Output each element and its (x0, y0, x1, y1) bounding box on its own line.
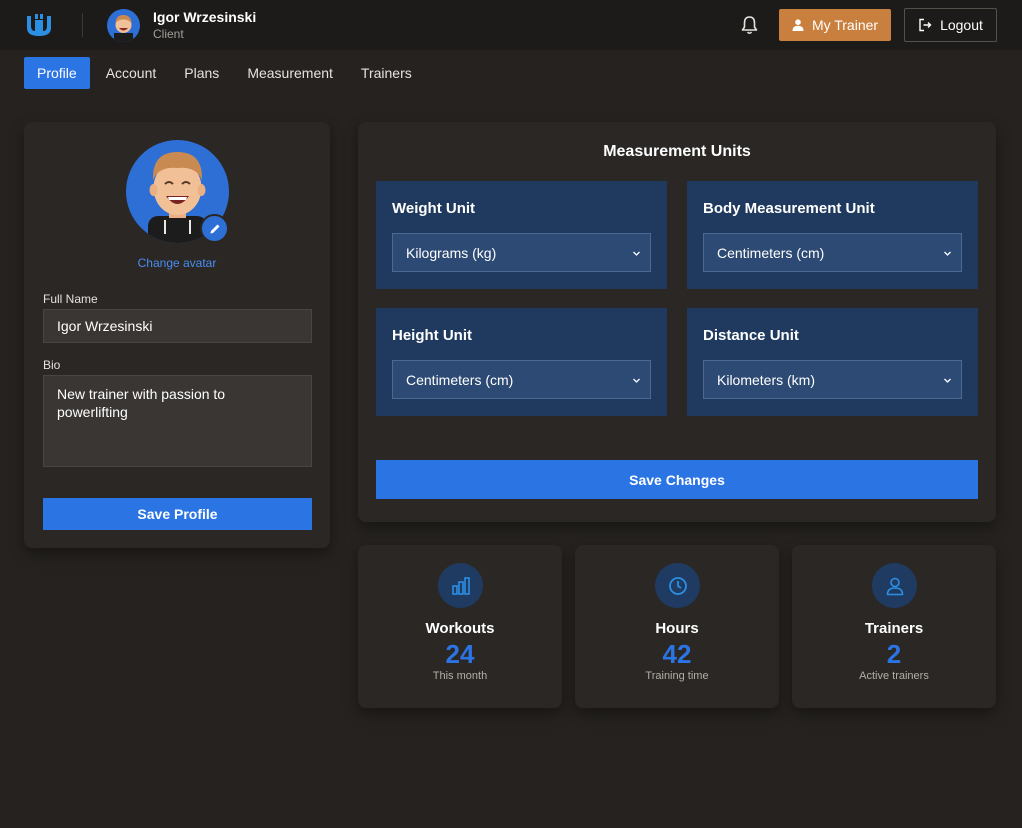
height-unit-select[interactable]: Centimeters (cm) (392, 360, 651, 399)
bio-label: Bio (43, 358, 61, 372)
chevron-down-icon (944, 378, 951, 383)
bell-icon[interactable] (740, 15, 759, 35)
stat-card-workouts: Workouts 24 This month (358, 545, 562, 708)
user-icon (872, 563, 917, 608)
full-name-field[interactable]: Igor Wrzesinski (43, 309, 312, 343)
stat-value: 2 (886, 639, 902, 669)
stat-subtitle: Active trainers (859, 670, 929, 682)
user-name: Igor Wrzesinski (153, 9, 257, 25)
change-avatar-link[interactable]: Change avatar (24, 256, 330, 270)
chevron-down-icon (633, 251, 640, 256)
units-title: Measurement Units (603, 143, 751, 160)
weight-unit-value: Kilograms (kg) (406, 244, 497, 261)
weight-unit-panel: Weight Unit Kilograms (kg) (376, 181, 667, 289)
weight-unit-select[interactable]: Kilograms (kg) (392, 233, 651, 272)
edit-avatar-button[interactable] (200, 214, 229, 243)
distance-unit-panel: Distance Unit Kilometers (km) (687, 308, 978, 416)
stat-card-hours: Hours 42 Training time (575, 545, 779, 708)
stat-card-trainers: Trainers 2 Active trainers (792, 545, 996, 708)
person-icon (792, 19, 804, 31)
stat-subtitle: Training time (645, 670, 709, 682)
save-changes-button[interactable]: Save Changes (376, 460, 978, 499)
my-trainer-label: My Trainer (811, 17, 879, 33)
tab-plans[interactable]: Plans (172, 57, 231, 89)
app-logo-icon[interactable] (24, 12, 54, 38)
bar-chart-icon (438, 563, 483, 608)
distance-unit-label: Distance Unit (703, 327, 799, 344)
measurement-units-card: Measurement Units Weight Unit Kilograms … (358, 122, 996, 522)
weight-unit-label: Weight Unit (392, 200, 476, 217)
stat-subtitle: This month (432, 670, 488, 682)
tab-profile[interactable]: Profile (24, 57, 90, 89)
tab-trainers[interactable]: Trainers (349, 57, 424, 89)
height-unit-value: Centimeters (cm) (406, 371, 514, 388)
logout-icon (919, 18, 932, 32)
tab-account[interactable]: Account (94, 57, 169, 89)
bio-field[interactable]: New trainer with passion to powerlifting (43, 375, 312, 467)
chevron-down-icon (633, 378, 640, 383)
save-profile-button[interactable]: Save Profile (43, 498, 312, 530)
top-bar: Igor Wrzesinski Client My Trainer Logout (0, 0, 1022, 50)
distance-unit-value: Kilometers (km) (717, 371, 816, 388)
stat-label: Trainers (864, 620, 924, 637)
tab-measurement[interactable]: Measurement (235, 57, 345, 89)
stat-value: 24 (445, 639, 475, 669)
user-avatar[interactable] (107, 9, 140, 42)
stat-value: 42 (662, 639, 692, 669)
full-name-label: Full Name (43, 292, 98, 306)
logout-label: Logout (940, 17, 983, 33)
height-unit-label: Height Unit (392, 327, 472, 344)
stat-label: Workouts (425, 620, 495, 637)
chevron-down-icon (944, 251, 951, 256)
logout-button[interactable]: Logout (904, 8, 997, 42)
header-divider (82, 13, 83, 37)
body-unit-panel: Body Measurement Unit Centimeters (cm) (687, 181, 978, 289)
tab-bar: Profile Account Plans Measurement Traine… (24, 57, 428, 89)
height-unit-panel: Height Unit Centimeters (cm) (376, 308, 667, 416)
clock-icon (655, 563, 700, 608)
pencil-icon (210, 224, 219, 233)
body-unit-select[interactable]: Centimeters (cm) (703, 233, 962, 272)
stat-label: Hours (655, 620, 699, 637)
profile-card: Change avatar Full Name Igor Wrzesinski … (24, 122, 330, 548)
body-unit-label: Body Measurement Unit (703, 200, 875, 217)
user-role: Client (153, 27, 184, 41)
distance-unit-select[interactable]: Kilometers (km) (703, 360, 962, 399)
my-trainer-button[interactable]: My Trainer (779, 9, 891, 41)
body-unit-value: Centimeters (cm) (717, 244, 825, 261)
